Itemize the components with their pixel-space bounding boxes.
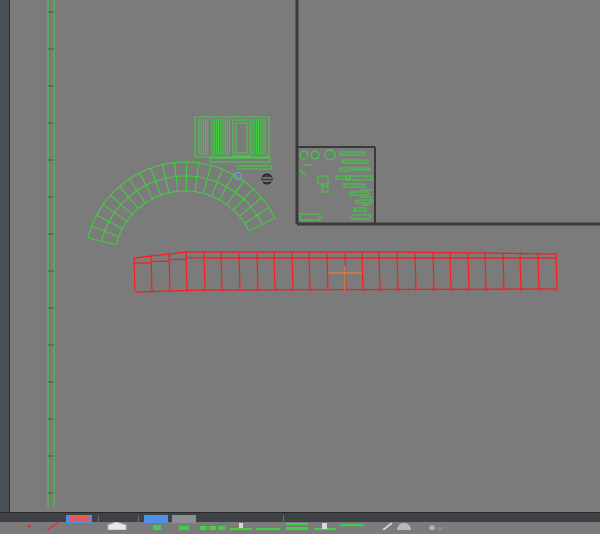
arc-joint [102, 204, 128, 222]
fixture-circle [310, 150, 320, 160]
detail-element [339, 167, 351, 172]
arc-joint [150, 167, 162, 196]
detail-element [339, 151, 365, 156]
arc-joint [185, 161, 188, 192]
row-block-divider [378, 252, 381, 292]
row-block-divider [185, 252, 188, 292]
row-block-divider [502, 252, 505, 292]
row-block-divider [220, 252, 223, 292]
fixture-circle [299, 150, 309, 160]
side-panel-strip[interactable] [0, 0, 9, 512]
row-block-divider [467, 252, 470, 292]
arc-joint [211, 169, 223, 197]
row-block-divider [449, 252, 452, 292]
detail-element [317, 175, 329, 185]
fixture-marker-grey[interactable] [261, 173, 273, 185]
detail-element [299, 213, 321, 221]
detail-element [353, 207, 367, 212]
selection-pivot-marker [328, 266, 362, 291]
row-block-divider [256, 252, 259, 292]
arc-joint [248, 217, 276, 232]
row-block-divider [484, 252, 487, 292]
row-block-divider [291, 252, 294, 292]
row-block-divider [414, 252, 417, 292]
detail-element [341, 159, 369, 164]
detail-element [321, 185, 329, 193]
vertical-rail[interactable] [47, 0, 55, 508]
detail-element [351, 167, 371, 171]
drawing-viewport[interactable] [10, 0, 600, 512]
fixture-circle [324, 149, 336, 161]
row-block-divider [555, 252, 558, 292]
row-block-divider [273, 252, 276, 292]
detail-line [299, 169, 307, 176]
row-block-divider [537, 252, 540, 292]
arc-joint [244, 207, 270, 224]
arc-joint [91, 225, 119, 238]
detail-element [349, 191, 369, 196]
row-block-divider [396, 252, 399, 292]
furniture-block[interactable] [194, 116, 273, 170]
arc-joint [218, 174, 234, 201]
row-block-divider [519, 252, 522, 292]
detail-element [343, 183, 365, 188]
curved-paving-arc[interactable] [87, 161, 276, 246]
arc-course [115, 190, 250, 245]
detail-element [355, 199, 373, 204]
room-detail-symbols[interactable] [299, 149, 373, 221]
arc-joint [128, 178, 146, 204]
row-block-divider [361, 252, 364, 292]
row-block-divider [432, 252, 435, 292]
row-block-divider [203, 252, 206, 292]
building-outline[interactable] [295, 0, 600, 226]
row-block-divider [308, 252, 311, 292]
row-block-divider [326, 252, 329, 292]
arc-joint [96, 214, 123, 230]
bottom-toolbar [0, 512, 600, 534]
detail-element [351, 214, 371, 220]
arc-joint [139, 172, 154, 199]
row-block-divider [238, 252, 241, 292]
